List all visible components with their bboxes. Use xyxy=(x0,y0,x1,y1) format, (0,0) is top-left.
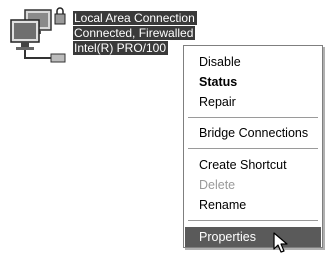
menu-item-repair[interactable]: Repair xyxy=(185,92,321,112)
menu-item-disable[interactable]: Disable xyxy=(185,52,321,72)
arrow-cursor-icon xyxy=(273,232,288,253)
menu-item-bridge-connections[interactable]: Bridge Connections xyxy=(185,123,321,143)
context-menu: Disable Status Repair Bridge Connections… xyxy=(183,45,323,248)
connection-device: Intel(R) PRO/100 xyxy=(73,41,169,55)
menu-item-create-shortcut[interactable]: Create Shortcut xyxy=(185,155,321,175)
network-connection-icon xyxy=(10,7,66,63)
menu-separator xyxy=(188,220,318,222)
menu-separator xyxy=(188,148,318,150)
menu-item-delete[interactable]: Delete xyxy=(185,175,321,195)
connection-name: Local Area Connection xyxy=(73,11,197,25)
menu-item-rename[interactable]: Rename xyxy=(185,195,321,215)
menu-item-status[interactable]: Status xyxy=(185,72,321,92)
menu-item-properties[interactable]: Properties xyxy=(185,227,321,247)
menu-separator xyxy=(188,117,318,119)
connection-status: Connected, Firewalled xyxy=(73,26,196,40)
